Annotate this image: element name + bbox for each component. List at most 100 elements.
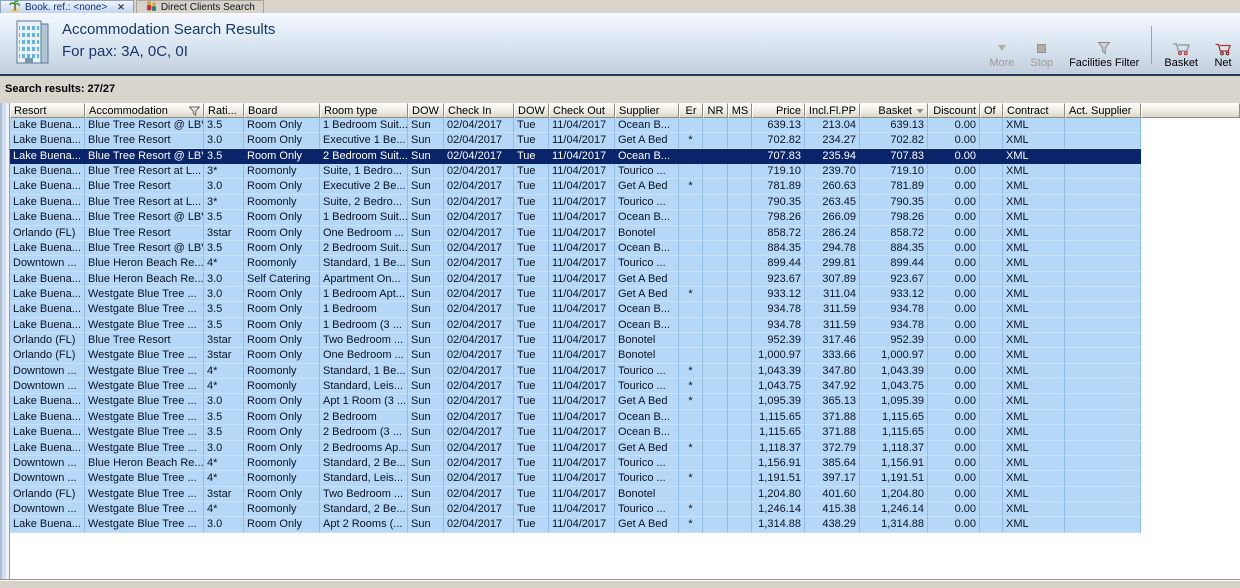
table-row[interactable]: Lake Buena... Blue Tree Resort @ LBV 3.5 Ro…: [10, 118, 1240, 134]
table-row[interactable]: Lake Buena... Westgate Blue Tree ... 3.5 Ro…: [10, 409, 1240, 426]
cell: Tue: [514, 302, 549, 318]
grid-body: Lake Buena... Blue Tree Resort @ LBV 3.5 Ro…: [10, 118, 1240, 533]
cell: 3star: [204, 348, 244, 364]
table-row[interactable]: Lake Buena... Blue Tree Resort @ LBV 3.5 Ro…: [10, 210, 1240, 226]
table-row[interactable]: Lake Buena... Blue Tree Resort 3.0 Room Onl…: [10, 179, 1240, 195]
column-header-er[interactable]: Er: [679, 103, 703, 118]
column-header-basket[interactable]: Basket: [860, 103, 928, 118]
more-button[interactable]: More: [981, 37, 1022, 71]
table-row[interactable]: Downtown ... Blue Heron Beach Re... 4* Room…: [10, 455, 1240, 472]
cell: 311.04: [805, 286, 860, 303]
cell: 4*: [204, 455, 244, 472]
facilities-filter-button[interactable]: Facilities Filter: [1061, 37, 1147, 71]
column-header-room-type[interactable]: Room type: [320, 103, 408, 118]
column-header-board[interactable]: Board: [244, 103, 320, 118]
cell: Blue Tree Resort: [85, 333, 204, 349]
table-row[interactable]: Lake Buena... Blue Tree Resort @ LBV 3.5 Ro…: [10, 240, 1240, 257]
cell: One Bedroom ...: [320, 348, 408, 364]
column-header-nr[interactable]: NR: [703, 103, 728, 118]
cell: [980, 179, 1003, 195]
column-header-check-out[interactable]: Check Out: [549, 103, 615, 118]
cell: 3.0: [204, 440, 244, 456]
table-row[interactable]: Downtown ... Westgate Blue Tree ... 4* Room…: [10, 363, 1240, 380]
close-icon[interactable]: ✕: [117, 2, 125, 13]
table-row[interactable]: Downtown ... Blue Heron Beach Re... 4* Room…: [10, 256, 1240, 272]
table-row[interactable]: Orlando (FL) Westgate Blue Tree ... 3star R…: [10, 348, 1240, 364]
cell: Tourico ...: [615, 471, 679, 487]
cell: 798.26: [752, 210, 805, 226]
table-row[interactable]: Orlando (FL) Blue Tree Resort 3star Room On…: [10, 333, 1240, 349]
cell: One Bedroom ...: [320, 225, 408, 241]
cell: 4*: [204, 471, 244, 487]
column-header-act-supplier[interactable]: Act. Supplier: [1065, 103, 1141, 118]
column-header-check-in[interactable]: Check In: [444, 103, 514, 118]
table-row[interactable]: Orlando (FL) Blue Tree Resort 3star Room On…: [10, 225, 1240, 241]
column-header-contract[interactable]: Contract: [1003, 103, 1065, 118]
column-header-supplier[interactable]: Supplier: [615, 103, 679, 118]
column-header-ms[interactable]: MS: [728, 103, 752, 118]
table-row[interactable]: Downtown ... Westgate Blue Tree ... 4* Room…: [10, 501, 1240, 518]
cell: 02/04/2017: [444, 179, 514, 195]
cell: Sun: [408, 455, 444, 472]
table-row[interactable]: Lake Buena... Westgate Blue Tree ... 3.5 Ro…: [10, 302, 1240, 318]
column-header-dow[interactable]: DOW: [408, 103, 444, 118]
table-row[interactable]: Orlando (FL) Westgate Blue Tree ... 3star R…: [10, 486, 1240, 502]
column-header-of[interactable]: Of: [980, 103, 1003, 118]
column-header-accommodation[interactable]: Accommodation: [85, 103, 204, 118]
cell: 11/04/2017: [549, 501, 615, 518]
table-row[interactable]: Lake Buena... Westgate Blue Tree ... 3.0 Ro…: [10, 440, 1240, 456]
cell: 234.27: [805, 133, 860, 149]
column-header-incl-fl-pp[interactable]: Incl.Fl.PP: [805, 103, 860, 118]
cell: 385.64: [805, 455, 860, 472]
cell: Downtown ...: [10, 455, 85, 472]
cell: Tourico ...: [615, 256, 679, 272]
table-row[interactable]: Lake Buena... Westgate Blue Tree ... 3.0 Ro…: [10, 394, 1240, 410]
basket-button[interactable]: Basket: [1156, 37, 1206, 71]
table-row[interactable]: Lake Buena... Blue Heron Beach Re... 3.0 Se…: [10, 271, 1240, 287]
cell: Blue Tree Resort @ LBV: [85, 148, 204, 165]
table-row[interactable]: Lake Buena... Westgate Blue Tree ... 3.0 Ro…: [10, 517, 1240, 533]
cell: [980, 517, 1003, 533]
cell: Lake Buena...: [10, 425, 85, 441]
column-header-resort[interactable]: Resort: [10, 103, 85, 118]
column-header-discount[interactable]: Discount: [928, 103, 980, 118]
cell: [980, 394, 1003, 410]
column-header-price[interactable]: Price: [752, 103, 805, 118]
tab-booking-ref[interactable]: Book. ref.: <none> ✕: [0, 0, 134, 13]
table-row[interactable]: Lake Buena... Blue Tree Resort 3.0 Room Onl…: [10, 133, 1240, 149]
filter-funnel-icon[interactable]: [189, 106, 200, 116]
cell: Room Only: [244, 394, 320, 410]
table-row[interactable]: Lake Buena... Blue Tree Resort @ LBV 3.5 Ro…: [10, 148, 1240, 165]
table-row[interactable]: Lake Buena... Westgate Blue Tree ... 3.0 Ro…: [10, 286, 1240, 303]
cell: 0.00: [928, 286, 980, 303]
cell: [1065, 440, 1141, 456]
cell: Standard, Leis...: [320, 379, 408, 395]
column-header-dow[interactable]: DOW: [514, 103, 549, 118]
cell: XML: [1003, 118, 1065, 134]
table-row[interactable]: Lake Buena... Westgate Blue Tree ... 3.5 Ro…: [10, 317, 1240, 334]
cell: [728, 394, 752, 410]
table-row[interactable]: Downtown ... Westgate Blue Tree ... 4* Room…: [10, 379, 1240, 395]
cell: Blue Heron Beach Re...: [85, 455, 204, 472]
cell: 11/04/2017: [549, 363, 615, 380]
cell: Tue: [514, 363, 549, 380]
column-header-rati-[interactable]: Rati...: [204, 103, 244, 118]
table-row[interactable]: Lake Buena... Blue Tree Resort at L... 3* R…: [10, 194, 1240, 211]
table-row[interactable]: Downtown ... Westgate Blue Tree ... 4* Room…: [10, 471, 1240, 487]
tab-direct-clients-search[interactable]: Direct Clients Search: [135, 0, 264, 13]
cell: Lake Buena...: [10, 240, 85, 257]
table-row[interactable]: Lake Buena... Westgate Blue Tree ... 3.5 Ro…: [10, 425, 1240, 441]
table-row[interactable]: Lake Buena... Blue Tree Resort at L... 3* R…: [10, 164, 1240, 180]
stop-button[interactable]: Stop: [1022, 37, 1061, 71]
cell: 3.0: [204, 286, 244, 303]
cell: [679, 118, 703, 134]
cell: XML: [1003, 164, 1065, 180]
cell: 11/04/2017: [549, 302, 615, 318]
net-button[interactable]: Net: [1206, 37, 1240, 71]
cell: 0.00: [928, 317, 980, 334]
cell: Tue: [514, 501, 549, 518]
cell: Sun: [408, 164, 444, 180]
cell: [728, 317, 752, 334]
cell: [679, 425, 703, 441]
cell: Get A Bed: [615, 271, 679, 287]
